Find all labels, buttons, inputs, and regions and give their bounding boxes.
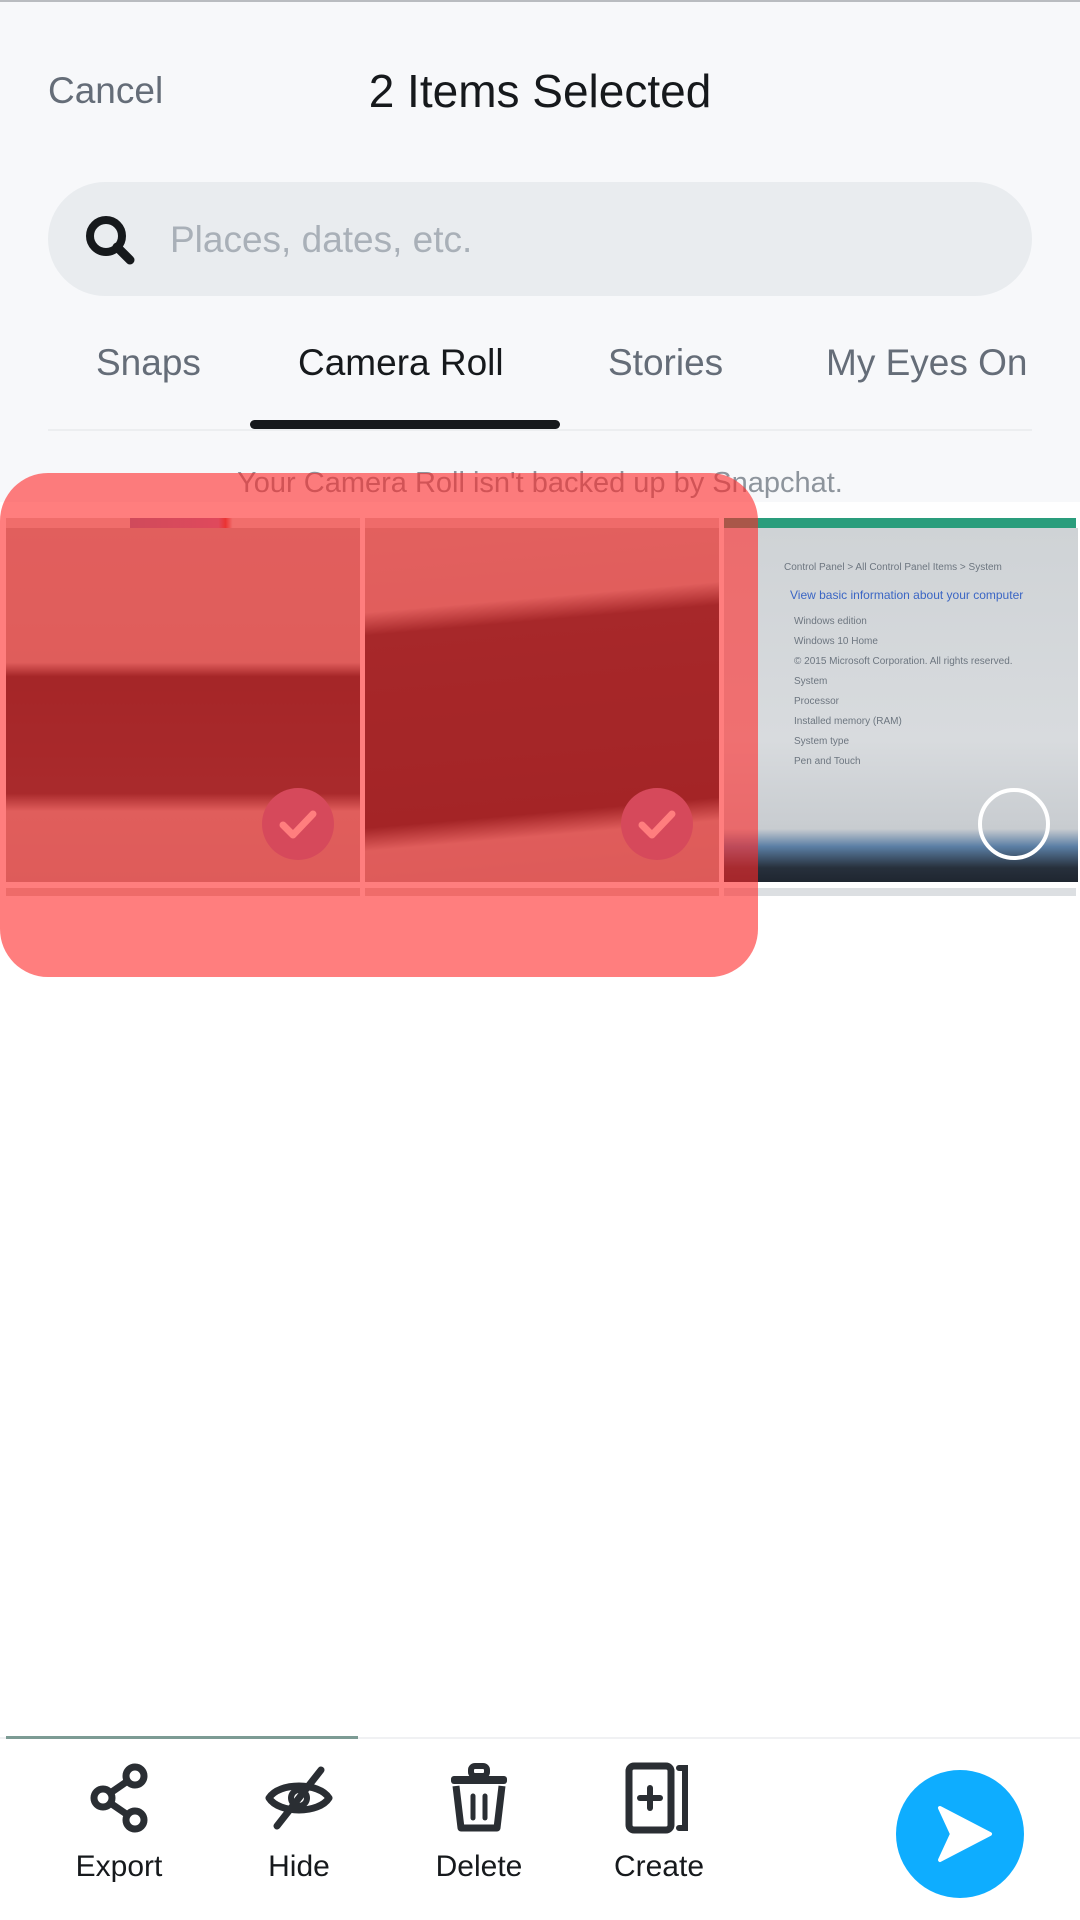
photo-text-line: Installed memory (RAM) xyxy=(794,716,902,727)
active-tab-indicator xyxy=(250,420,560,429)
photo-text-line: Pen and Touch xyxy=(794,756,861,767)
photo-text: View basic information about your comput… xyxy=(790,588,1024,602)
send-button[interactable] xyxy=(896,1770,1024,1898)
share-icon xyxy=(90,1763,148,1833)
photo-text-line: Windows 10 Home xyxy=(794,636,878,647)
photo-text: Windows edition Windows 10 Home © 2015 M… xyxy=(794,612,1013,772)
photo-text-line: Processor xyxy=(794,696,840,707)
trash-icon xyxy=(451,1763,507,1832)
photo-text-line: © 2015 Microsoft Corporation. All rights… xyxy=(794,656,1013,667)
page-title: 2 Items Selected xyxy=(368,65,712,117)
toolbar-progress-line xyxy=(6,1736,358,1739)
photo-text: Control Panel > All Control Panel Items … xyxy=(784,562,1002,573)
photo-tile[interactable]: Control Panel > All Control Panel Items … xyxy=(724,528,1078,882)
hide-button[interactable]: Hide xyxy=(224,1762,374,1884)
photo-text-line: Windows edition xyxy=(794,616,867,627)
tab-camera-roll[interactable]: Camera Roll xyxy=(298,342,504,384)
hide-label: Hide xyxy=(268,1850,330,1883)
send-arrow-icon xyxy=(938,1806,992,1862)
export-button[interactable]: Export xyxy=(44,1762,194,1884)
eye-off-icon xyxy=(265,1766,333,1830)
delete-label: Delete xyxy=(435,1850,523,1883)
export-label: Export xyxy=(75,1850,163,1883)
tab-snaps[interactable]: Snaps xyxy=(96,342,201,384)
create-label: Create xyxy=(613,1850,705,1883)
photo-text-line: System xyxy=(794,676,828,687)
next-row-edge xyxy=(724,888,1076,896)
header: Cancel 2 Items Selected Snaps Camera Rol… xyxy=(0,2,1080,502)
delete-button[interactable]: Delete xyxy=(404,1762,554,1884)
tab-divider xyxy=(48,429,1032,431)
unselected-circle[interactable] xyxy=(978,788,1050,860)
search-icon xyxy=(86,216,135,265)
tab-my-eyes-only[interactable]: My Eyes On xyxy=(826,342,1028,384)
photo-text-line: System type xyxy=(794,736,850,747)
search-input[interactable] xyxy=(168,182,992,298)
selection-highlight-overlay xyxy=(0,473,758,977)
create-story-icon xyxy=(625,1762,688,1834)
search-bar[interactable] xyxy=(48,182,1032,298)
create-button[interactable]: Create xyxy=(584,1762,734,1884)
tab-stories[interactable]: Stories xyxy=(608,342,723,384)
previous-row-edge xyxy=(724,518,1076,528)
